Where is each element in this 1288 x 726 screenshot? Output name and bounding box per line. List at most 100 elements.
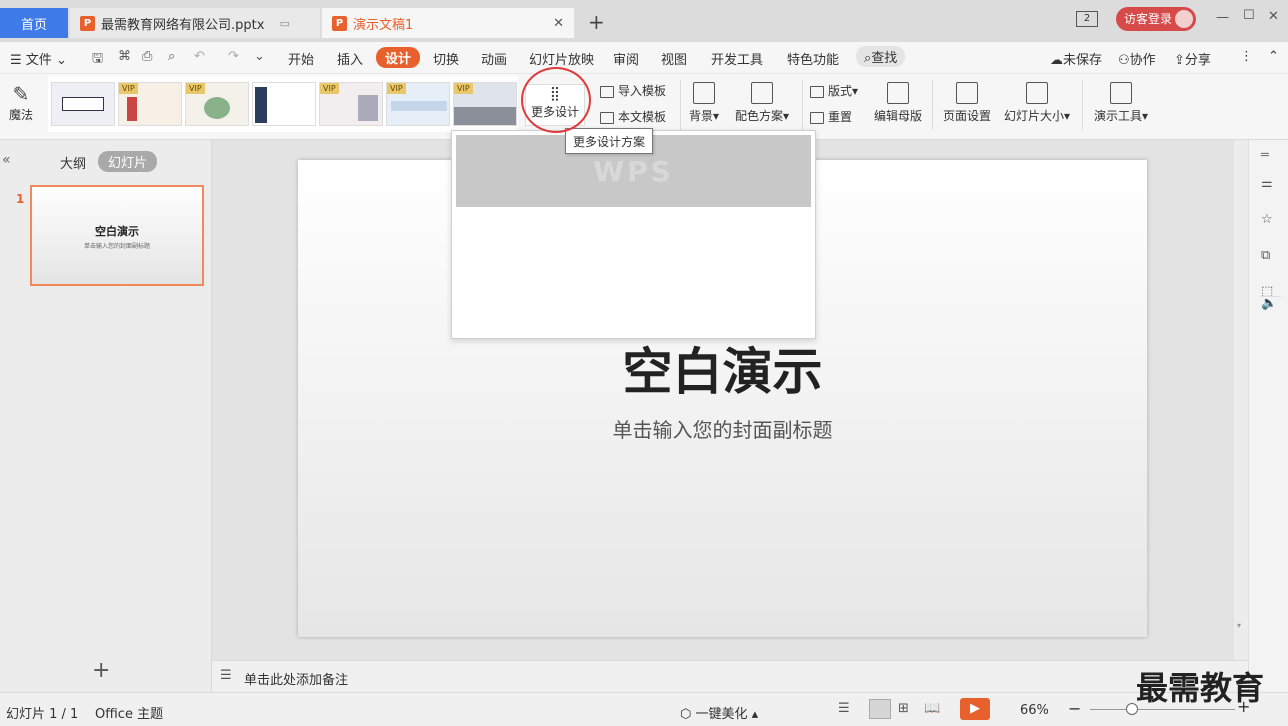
tab-active-doc[interactable]: P 演示文稿1 ✕ <box>322 8 574 38</box>
unsaved-button[interactable]: ☁未保存 <box>1050 49 1102 68</box>
beautify-button[interactable]: ⬡ 一键美化 ▴ <box>680 703 758 722</box>
menu-special[interactable]: 特色功能 <box>787 49 839 68</box>
avatar-icon <box>1175 10 1193 28</box>
template-thumb-1[interactable] <box>51 82 115 126</box>
redo-icon[interactable]: ↷ <box>228 49 239 64</box>
divider <box>802 80 803 130</box>
vertical-scrollbar[interactable]: ▾ <box>1234 140 1248 660</box>
ppt-icon: P <box>80 15 95 31</box>
edit-master-button[interactable]: 编辑母版 <box>872 82 924 124</box>
add-slide-button[interactable]: + <box>92 658 110 683</box>
tab-active-label: 演示文稿1 <box>353 17 414 33</box>
animation-star-icon[interactable]: ☆ <box>1261 212 1273 227</box>
slide-number: 1 <box>16 192 25 206</box>
share-button[interactable]: ⇪分享 <box>1174 49 1211 68</box>
slide-thumbnail[interactable]: 空白演示 单击输入您的封面副标题 <box>30 185 204 286</box>
menu-bar: ☰ 文件 ⌄ 🖫 ⌘ ⎙ ⌕ ↶ ↷ ⌄ 开始 插入 设计 切换 动画 幻灯片放… <box>0 42 1288 74</box>
page-setup-button[interactable]: 页面设置 <box>940 82 994 124</box>
close-window-button[interactable]: ✕ <box>1268 9 1279 24</box>
divider <box>932 80 933 130</box>
template-thumb-6[interactable]: VIP <box>386 82 450 126</box>
play-button[interactable]: ▶ <box>960 698 990 720</box>
unsaved-label: 未保存 <box>1063 53 1103 68</box>
slide-subtitle[interactable]: 单击输入您的封面副标题 <box>298 414 1147 443</box>
window-count-badge[interactable]: 2 <box>1076 11 1098 27</box>
this-template-button[interactable]: 本文模板 <box>600 108 666 125</box>
divider <box>1082 80 1083 130</box>
tab-home[interactable]: 首页 <box>0 8 68 38</box>
close-tab-icon[interactable]: ✕ <box>553 16 564 31</box>
transition-icon[interactable]: ⧉ <box>1261 248 1270 263</box>
tab-slides[interactable]: 幻灯片 <box>98 151 158 172</box>
menu-animation[interactable]: 动画 <box>481 49 507 68</box>
maximize-button[interactable]: ☐ <box>1243 8 1255 23</box>
search-box[interactable]: ⌕查找 <box>856 46 906 67</box>
notes-placeholder[interactable]: 单击此处添加备注 <box>244 669 348 688</box>
thumb-band <box>391 101 447 111</box>
brand-watermark: 最需教育 <box>1136 669 1265 707</box>
background-button[interactable]: 背景▾ <box>686 82 722 124</box>
scroll-down-icon[interactable]: ▾ <box>1237 621 1241 630</box>
template-thumb-3[interactable]: VIP <box>185 82 249 126</box>
collapse-ribbon-icon[interactable]: ⌃ <box>1268 49 1279 64</box>
grid-view-icon[interactable]: ⊞ <box>898 701 909 716</box>
template-gallery: VIP VIP VIP VIP VIP <box>48 76 518 132</box>
menu-start[interactable]: 开始 <box>288 49 314 68</box>
collapse-panel-icon[interactable]: « <box>2 152 11 168</box>
menu-slideshow[interactable]: 幻灯片放映 <box>529 49 594 68</box>
template-thumb-7[interactable]: VIP <box>453 82 517 126</box>
save-icon[interactable]: 🖫 <box>92 49 103 71</box>
zoom-out-button[interactable]: − <box>1068 699 1081 718</box>
reading-view-icon[interactable]: 📖 <box>924 701 940 716</box>
minimize-button[interactable]: — <box>1216 10 1229 25</box>
presentation-tools-icon <box>1110 82 1132 104</box>
background-label: 背景 <box>688 109 713 123</box>
slide-title[interactable]: 空白演示 <box>298 332 1147 404</box>
play-icon: ▶ <box>970 701 980 716</box>
format-painter-icon[interactable]: ⌘ <box>118 49 131 64</box>
presentation-tools-button[interactable]: 演示工具▾ <box>1090 82 1152 124</box>
menu-review[interactable]: 审阅 <box>613 49 639 68</box>
normal-view-icon[interactable] <box>869 699 891 719</box>
menu-insert[interactable]: 插入 <box>337 49 363 68</box>
thumb-title: 空白演示 <box>95 225 139 238</box>
file-menu[interactable]: ☰ 文件 ⌄ <box>10 49 67 68</box>
print-icon[interactable]: ⎙ <box>142 49 152 64</box>
menu-developer[interactable]: 开发工具 <box>711 49 763 68</box>
thumb-pagoda <box>127 97 137 121</box>
layout-icon <box>810 85 824 98</box>
share-label: 分享 <box>1184 53 1211 68</box>
menu-design[interactable]: 设计 <box>376 47 421 68</box>
tooltip: 更多设计方案 <box>565 128 653 154</box>
import-template-button[interactable]: 导入模板 <box>600 82 666 99</box>
collab-button[interactable]: ⚇协作 <box>1118 49 1156 68</box>
tab-file[interactable]: P 最需教育网络有限公司.pptx ▭ <box>70 8 320 38</box>
notes-bar[interactable]: ☰ 单击此处添加备注 <box>212 660 1248 692</box>
slide-size-button[interactable]: 幻灯片大小▾ <box>1000 82 1074 124</box>
tab-outline[interactable]: 大纲 <box>60 153 86 172</box>
template-thumb-4[interactable] <box>252 82 316 126</box>
login-button[interactable]: 访客登录 <box>1116 7 1196 31</box>
zoom-level[interactable]: 66% <box>1020 703 1049 718</box>
more-quick-icon[interactable]: ⌄ <box>254 49 265 64</box>
slide-size-icon <box>1026 82 1048 104</box>
magic-button[interactable]: ✎ 魔法 <box>6 82 36 123</box>
reset-button[interactable]: 重置 <box>810 108 852 125</box>
theme-name[interactable]: Office 主题 <box>95 703 163 722</box>
panel-handle-icon[interactable]: ═ <box>1261 148 1269 163</box>
template-thumb-2[interactable]: VIP <box>118 82 182 126</box>
more-options-icon[interactable]: ⋮ <box>1240 49 1253 64</box>
color-scheme-button[interactable]: 配色方案▾ <box>732 82 792 124</box>
menu-view[interactable]: 视图 <box>661 49 687 68</box>
speaker-icon[interactable]: 🔈 <box>1261 296 1277 311</box>
tab-file-label: 最需教育网络有限公司.pptx <box>101 17 265 33</box>
zoom-slider[interactable] <box>1090 709 1235 710</box>
new-tab-button[interactable]: + <box>588 10 605 34</box>
menu-transition[interactable]: 切换 <box>433 49 459 68</box>
undo-icon[interactable]: ↶ <box>194 49 205 64</box>
settings-sliders-icon[interactable]: ⚌ <box>1261 176 1273 191</box>
print-preview-icon[interactable]: ⌕ <box>168 49 175 64</box>
layout-button[interactable]: 版式▾ <box>810 82 858 99</box>
notes-toggle-icon[interactable]: ☰ <box>838 701 850 716</box>
template-thumb-5[interactable]: VIP <box>319 82 383 126</box>
